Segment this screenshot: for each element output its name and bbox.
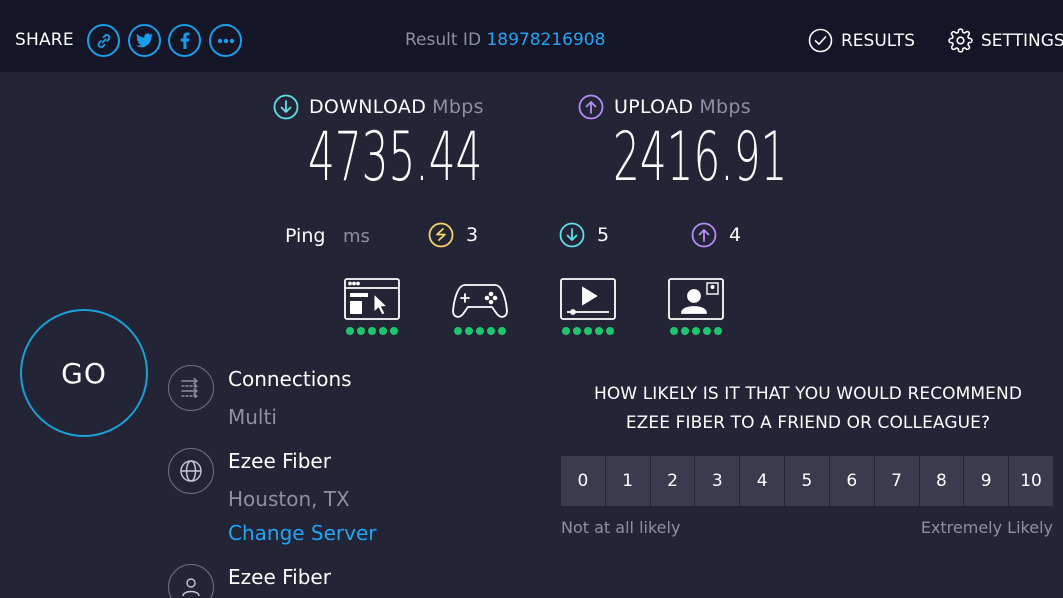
download-label: DOWNLOAD (309, 96, 427, 118)
ping-download: 5 (559, 222, 609, 248)
user-icon (168, 564, 214, 598)
upload-header: UPLOAD Mbps (578, 94, 751, 120)
settings-label: SETTINGS (981, 30, 1063, 51)
scale-option-3[interactable]: 3 (695, 456, 740, 506)
scale-option-2[interactable]: 2 (650, 456, 695, 506)
go-label: GO (61, 356, 107, 390)
scale-option-6[interactable]: 6 (829, 456, 874, 506)
survey-question-line2: EZEE FIBER TO A FRIEND OR COLLEAGUE? (625, 413, 991, 433)
result-id-label: Result ID (405, 30, 482, 50)
scale-low-label: Not at all likely (561, 518, 681, 537)
download-unit: Mbps (432, 96, 484, 118)
link-icon[interactable] (87, 24, 120, 57)
gaming-icon (452, 284, 508, 318)
go-button[interactable]: GO (20, 309, 148, 437)
idle-latency-icon (428, 222, 454, 248)
usecase-video-streaming[interactable] (558, 277, 618, 335)
upload-arrow-icon (578, 94, 604, 120)
provider-title: Ezee Fiber (228, 565, 331, 589)
result-id-text: Result ID 18978216908 (405, 30, 605, 50)
ping-idle: 3 (428, 222, 478, 248)
download-latency-icon (559, 222, 585, 248)
web-browsing-icon (344, 278, 400, 320)
ping-upload-value: 4 (729, 224, 742, 246)
ping-upload: 4 (691, 222, 741, 248)
change-server-link[interactable]: Change Server (228, 521, 377, 545)
scale-high-label: Extremely Likely (920, 518, 1053, 537)
gaming-rating (450, 327, 510, 335)
scale-option-10[interactable]: 10 (1009, 456, 1053, 506)
globe-icon (168, 448, 214, 494)
ping-download-value: 5 (597, 224, 610, 246)
recommend-scale: 0 1 2 3 4 5 6 7 8 9 10 (561, 456, 1053, 506)
connections-value: Multi (228, 405, 277, 429)
video-chat-rating (666, 327, 726, 335)
survey-question: HOW LIKELY IS IT THAT YOU WOULD RECOMMEN… (560, 380, 1056, 438)
server-title: Ezee Fiber (228, 449, 331, 473)
video-chat-icon (668, 278, 724, 320)
share-label: SHARE (15, 30, 74, 50)
upload-label: UPLOAD (614, 96, 694, 118)
scale-option-5[interactable]: 5 (785, 456, 829, 506)
survey-question-line1: HOW LIKELY IS IT THAT YOU WOULD RECOMMEN… (593, 384, 1023, 404)
scale-option-0[interactable]: 0 (561, 456, 605, 506)
download-arrow-icon (273, 94, 299, 120)
results-button[interactable]: RESULTS (808, 28, 915, 53)
results-label: RESULTS (841, 30, 916, 51)
ping-label: Ping (285, 225, 326, 247)
check-circle-icon (808, 28, 833, 53)
video-streaming-icon (560, 278, 616, 320)
ping-unit: ms (343, 226, 370, 247)
scale-option-1[interactable]: 1 (605, 456, 650, 506)
download-value: 4735.44 (308, 118, 483, 197)
settings-button[interactable]: SETTINGS (948, 28, 1063, 53)
gear-icon (948, 28, 973, 53)
upload-unit: Mbps (699, 96, 751, 118)
result-id-link[interactable]: 18978216908 (486, 30, 605, 50)
video-streaming-rating (558, 327, 618, 335)
scale-option-8[interactable]: 8 (919, 456, 964, 506)
scale-option-4[interactable]: 4 (740, 456, 785, 506)
twitter-icon[interactable] (128, 24, 161, 57)
top-bar: SHARE Result ID 18978216908 RESULTS SETT… (0, 0, 1063, 72)
ping-idle-value: 3 (466, 224, 479, 246)
usecase-video-chat[interactable] (666, 277, 726, 335)
upload-latency-icon (691, 222, 717, 248)
server-location: Houston, TX (228, 487, 350, 511)
more-icon[interactable] (209, 24, 242, 57)
scale-option-7[interactable]: 7 (874, 456, 919, 506)
upload-value: 2416.91 (613, 118, 788, 197)
download-header: DOWNLOAD Mbps (273, 94, 484, 120)
scale-option-9[interactable]: 9 (964, 456, 1009, 506)
usecase-web-browsing[interactable] (342, 277, 402, 335)
usecase-gaming[interactable] (450, 277, 510, 335)
connections-title: Connections (228, 367, 352, 391)
facebook-icon[interactable] (168, 24, 201, 57)
connections-icon (168, 365, 214, 411)
web-browsing-rating (342, 327, 402, 335)
